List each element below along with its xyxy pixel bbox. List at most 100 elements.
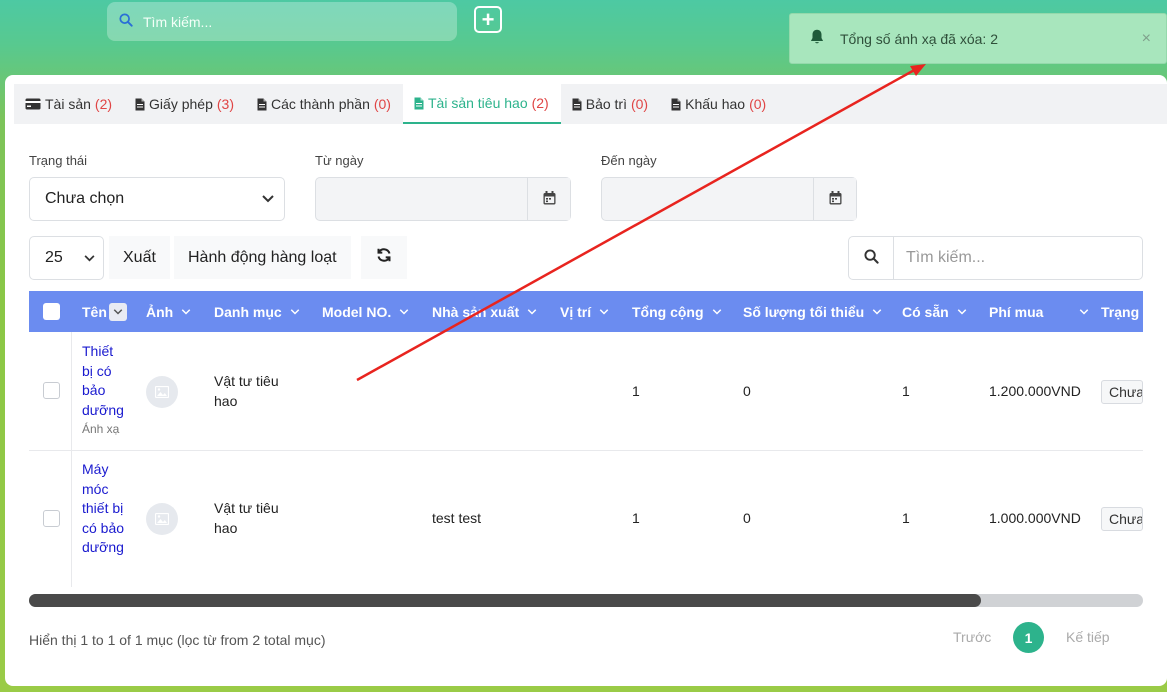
column-header-location[interactable]: Vị trí	[560, 291, 609, 332]
file-icon	[135, 98, 145, 111]
column-header-category[interactable]: Danh mục	[214, 291, 300, 332]
column-header-available[interactable]: Có sẵn	[902, 291, 967, 332]
to-date-field[interactable]	[601, 177, 857, 221]
file-icon	[257, 98, 267, 111]
tab-count: (0)	[373, 96, 391, 112]
tab-label: Khấu hao	[685, 96, 746, 112]
tab-0[interactable]: Tài sản (2)	[14, 84, 124, 124]
column-header-min-qty[interactable]: Số lượng tối thiểu	[743, 291, 882, 332]
global-search-placeholder: Tìm kiếm...	[143, 13, 213, 30]
export-button[interactable]: Xuất	[109, 236, 170, 279]
horizontal-scrollbar[interactable]	[29, 594, 1143, 607]
asset-name-link[interactable]: Máy móc thiết bị có bảo dưỡng	[82, 460, 137, 558]
tab-count: (2)	[94, 96, 113, 112]
table-search-field[interactable]: Tìm kiếm...	[848, 236, 1143, 280]
price-cell: 1.200.000VND	[989, 383, 1081, 399]
chevron-down-icon	[712, 308, 722, 315]
column-header-model[interactable]: Model NO.	[322, 291, 409, 332]
page-size-value: 25	[45, 249, 63, 266]
status-filter-label: Trạng thái	[29, 153, 88, 168]
from-date-label: Từ ngày	[315, 153, 364, 168]
tab-3[interactable]: Tài sản tiêu hao (2)	[402, 84, 561, 124]
available-cell: 1	[902, 510, 910, 526]
tab-count: (0)	[749, 96, 767, 112]
bell-icon	[808, 28, 826, 49]
tab-bar: Tài sản (2) Giấy phép (3) Các thành phần (0) T…	[14, 84, 1167, 124]
asset-sub-label: Ánh xạ	[82, 422, 120, 436]
chevron-down-icon	[181, 308, 191, 315]
status-badge: Chưa	[1101, 507, 1143, 531]
refresh-icon	[376, 247, 392, 268]
column-header-label: Danh mục	[214, 303, 282, 320]
column-header-manufacturer[interactable]: Nhà sản xuất	[432, 291, 537, 332]
column-header-name[interactable]: Tên	[82, 291, 127, 332]
select-all-checkbox[interactable]	[43, 291, 60, 332]
content-card: Tài sản (2) Giấy phép (3) Các thành phần (0) T…	[5, 75, 1167, 686]
tab-5[interactable]: Khấu hao (0)	[660, 84, 778, 124]
column-header-label: Phí mua	[989, 303, 1044, 320]
file-icon	[572, 98, 582, 111]
pagination-current-page[interactable]: 1	[1013, 622, 1044, 653]
credit-card-icon	[25, 98, 41, 110]
chevron-down-icon	[599, 308, 609, 315]
tab-1[interactable]: Giấy phép (3)	[124, 84, 246, 124]
global-search-input[interactable]: Tìm kiếm...	[107, 2, 457, 41]
toast-message: Tổng số ánh xạ đã xóa: 2	[840, 30, 998, 47]
status-select[interactable]: Chưa chọn	[29, 177, 285, 221]
manufacturer-cell: test test	[432, 510, 482, 526]
to-date-input[interactable]	[602, 178, 813, 220]
row-checkbox[interactable]	[43, 382, 60, 399]
chevron-down-icon	[262, 190, 274, 208]
pagination-info: Hiển thị 1 to 1 of 1 mục (lọc từ from 2 …	[29, 632, 326, 648]
search-icon	[119, 13, 133, 30]
chevron-down-icon	[527, 308, 537, 315]
table-header: Tên Ảnh Danh mục Model NO. Nhà sản xuất …	[29, 291, 1143, 332]
plus-icon: +	[481, 6, 495, 32]
chevron-down-icon	[290, 308, 300, 315]
tab-4[interactable]: Bảo trì (0)	[561, 84, 660, 124]
chevron-down-icon[interactable]	[108, 302, 127, 321]
to-date-calendar-button[interactable]	[813, 178, 856, 220]
table-row: Thiết bị có bảo dưỡng Ánh xạ Vật tư tiêu…	[29, 332, 1143, 451]
table-search-input[interactable]: Tìm kiếm...	[894, 237, 985, 279]
total-cell: 1	[632, 510, 640, 526]
category-cell: Vật tư tiêu hao	[214, 500, 279, 536]
scrollbar-thumb[interactable]	[29, 594, 981, 607]
column-header-status[interactable]: Trạng	[1101, 291, 1139, 332]
asset-name-cell: Thiết bị có bảo dưỡng Ánh xạ	[82, 342, 137, 440]
min-qty-cell: 0	[743, 510, 751, 526]
column-header-label: Tên	[82, 303, 107, 320]
total-cell: 1	[632, 383, 640, 399]
bulk-actions-button[interactable]: Hành động hàng loạt	[174, 236, 351, 279]
tab-label: Bảo trì	[585, 96, 627, 112]
tab-label: Giấy phép	[149, 96, 213, 112]
chevron-down-icon	[957, 308, 967, 315]
from-date-input[interactable]	[316, 178, 527, 220]
column-header-label: Tổng cộng	[632, 303, 704, 320]
tab-2[interactable]: Các thành phần (0)	[246, 84, 403, 124]
pagination-prev-button[interactable]: Trước	[953, 629, 991, 645]
row-checkbox[interactable]	[43, 510, 60, 527]
refresh-button[interactable]	[361, 236, 407, 279]
column-header-image[interactable]: Ảnh	[146, 291, 191, 332]
tab-label: Tài sản tiêu hao	[427, 95, 528, 111]
column-header-label: Model NO.	[322, 303, 392, 320]
pagination-next-button[interactable]: Kế tiếp	[1066, 629, 1110, 645]
tab-count: (3)	[216, 96, 234, 112]
toast-close-button[interactable]: ×	[1142, 30, 1151, 48]
page-size-select[interactable]: 25	[29, 236, 104, 280]
chevron-down-icon	[872, 308, 882, 315]
table-search-button[interactable]	[849, 237, 894, 279]
calendar-icon	[829, 190, 842, 208]
file-icon	[414, 97, 424, 110]
from-date-calendar-button[interactable]	[527, 178, 570, 220]
column-header-label: Trạng	[1101, 303, 1140, 320]
asset-name-link[interactable]: Thiết bị có bảo dưỡng	[82, 342, 137, 420]
add-button[interactable]: +	[474, 6, 502, 33]
tab-label: Tài sản	[45, 96, 91, 112]
from-date-field[interactable]	[315, 177, 571, 221]
column-header-label: Vị trí	[560, 303, 592, 320]
column-header-label: Ảnh	[146, 303, 174, 320]
column-header-total[interactable]: Tổng cộng	[632, 291, 722, 332]
column-header-price[interactable]: Phí mua	[989, 291, 1089, 332]
